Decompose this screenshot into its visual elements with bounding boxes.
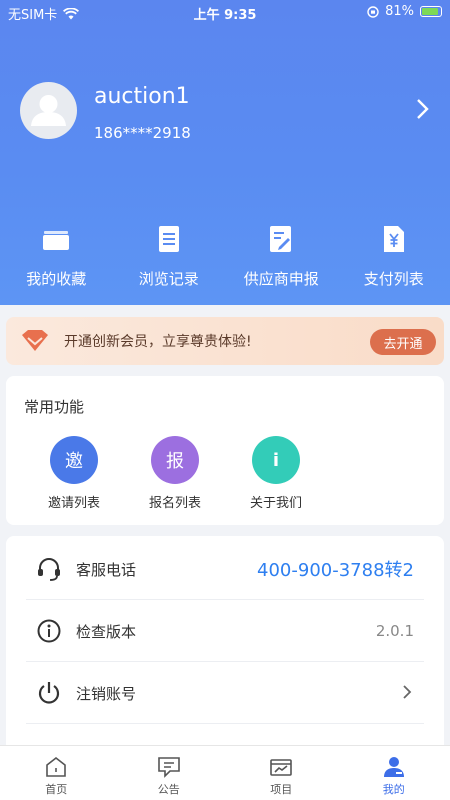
username: auction1 bbox=[94, 84, 190, 109]
home-icon bbox=[46, 756, 67, 777]
battery-percent: 81% bbox=[385, 4, 414, 19]
edit-document-icon bbox=[270, 226, 292, 252]
quick-item-label: 浏览记录 bbox=[138, 270, 199, 288]
user-silhouette-icon bbox=[31, 95, 66, 126]
row-delete-account[interactable]: 注销账号 bbox=[6, 662, 444, 724]
quick-item-history[interactable]: 浏览记录 bbox=[113, 200, 226, 305]
row-label: 注销账号 bbox=[76, 684, 137, 703]
row-label: 检查版本 bbox=[76, 622, 137, 641]
document-icon bbox=[158, 226, 179, 252]
tab-projects[interactable]: 项目 bbox=[225, 746, 338, 800]
invite-icon: 邀 bbox=[50, 436, 98, 484]
quick-item-favorites[interactable]: 我的收藏 bbox=[0, 200, 113, 305]
func-label: 关于我们 bbox=[249, 496, 302, 511]
tab-bar: 首页 公告 项目 我的 bbox=[0, 745, 450, 800]
quick-item-payments[interactable]: 支付列表 bbox=[338, 200, 450, 305]
status-bar: 无SIM卡 上午 9:35 81% bbox=[0, 0, 450, 24]
section-title: 常用功能 bbox=[24, 398, 85, 416]
tab-home[interactable]: 首页 bbox=[0, 746, 113, 800]
chevron-right-icon[interactable] bbox=[416, 98, 430, 126]
quick-item-supplier[interactable]: 供应商申报 bbox=[225, 200, 338, 305]
service-phone[interactable]: 400-900-3788转2 bbox=[257, 556, 414, 582]
yen-document-icon bbox=[383, 226, 404, 252]
avatar[interactable] bbox=[20, 82, 77, 139]
battery-icon bbox=[420, 6, 442, 17]
quick-item-label: 我的收藏 bbox=[26, 270, 87, 288]
tab-label: 我的 bbox=[382, 783, 405, 796]
settings-list: 客服电话 400-900-3788转2 检查版本 2.0.1 注销账号 bbox=[6, 536, 444, 756]
user-icon bbox=[383, 757, 404, 777]
tab-announcements[interactable]: 公告 bbox=[113, 746, 226, 800]
quick-item-label: 支付列表 bbox=[363, 270, 424, 288]
info-icon: i bbox=[252, 436, 300, 484]
signup-icon: 报 bbox=[151, 436, 199, 484]
diamond-icon bbox=[22, 330, 48, 351]
divider bbox=[26, 723, 424, 724]
func-about-us[interactable]: i 关于我们 bbox=[241, 436, 311, 511]
func-label: 邀请列表 bbox=[47, 496, 100, 511]
vip-open-button[interactable]: 去开通 bbox=[370, 329, 436, 355]
func-label: 报名列表 bbox=[148, 496, 201, 511]
power-icon bbox=[38, 682, 60, 704]
folder-icon bbox=[43, 231, 70, 250]
func-invite-list[interactable]: 邀 邀请列表 bbox=[39, 436, 109, 511]
tab-label: 公告 bbox=[157, 783, 180, 796]
version-value: 2.0.1 bbox=[375, 622, 414, 640]
vip-banner[interactable]: 开通创新会员，立享尊贵体验! 去开通 bbox=[6, 317, 444, 365]
row-label: 客服电话 bbox=[76, 560, 137, 579]
orientation-lock-icon bbox=[367, 5, 379, 18]
headset-icon bbox=[38, 558, 60, 581]
info-circle-icon bbox=[37, 619, 61, 643]
phone-number: 186****2918 bbox=[94, 124, 191, 142]
common-functions-card: 常用功能 邀 邀请列表 报 报名列表 i 关于我们 bbox=[6, 376, 444, 525]
profile-card[interactable]: auction1 186****2918 bbox=[20, 82, 440, 142]
chevron-right-icon bbox=[402, 681, 412, 705]
quick-item-label: 供应商申报 bbox=[243, 270, 319, 288]
row-customer-service[interactable]: 客服电话 400-900-3788转2 bbox=[6, 538, 444, 600]
tab-label: 项目 bbox=[270, 783, 293, 796]
func-signup-list[interactable]: 报 报名列表 bbox=[140, 436, 210, 511]
tab-label: 首页 bbox=[45, 783, 68, 796]
message-icon bbox=[157, 757, 180, 778]
quick-menu: 我的收藏 浏览记录 供应商申报 支付列表 bbox=[0, 200, 450, 305]
tab-mine[interactable]: 我的 bbox=[338, 746, 450, 800]
chart-board-icon bbox=[270, 759, 293, 776]
vip-text: 开通创新会员，立享尊贵体验! bbox=[64, 334, 252, 350]
row-check-version[interactable]: 检查版本 2.0.1 bbox=[6, 600, 444, 662]
